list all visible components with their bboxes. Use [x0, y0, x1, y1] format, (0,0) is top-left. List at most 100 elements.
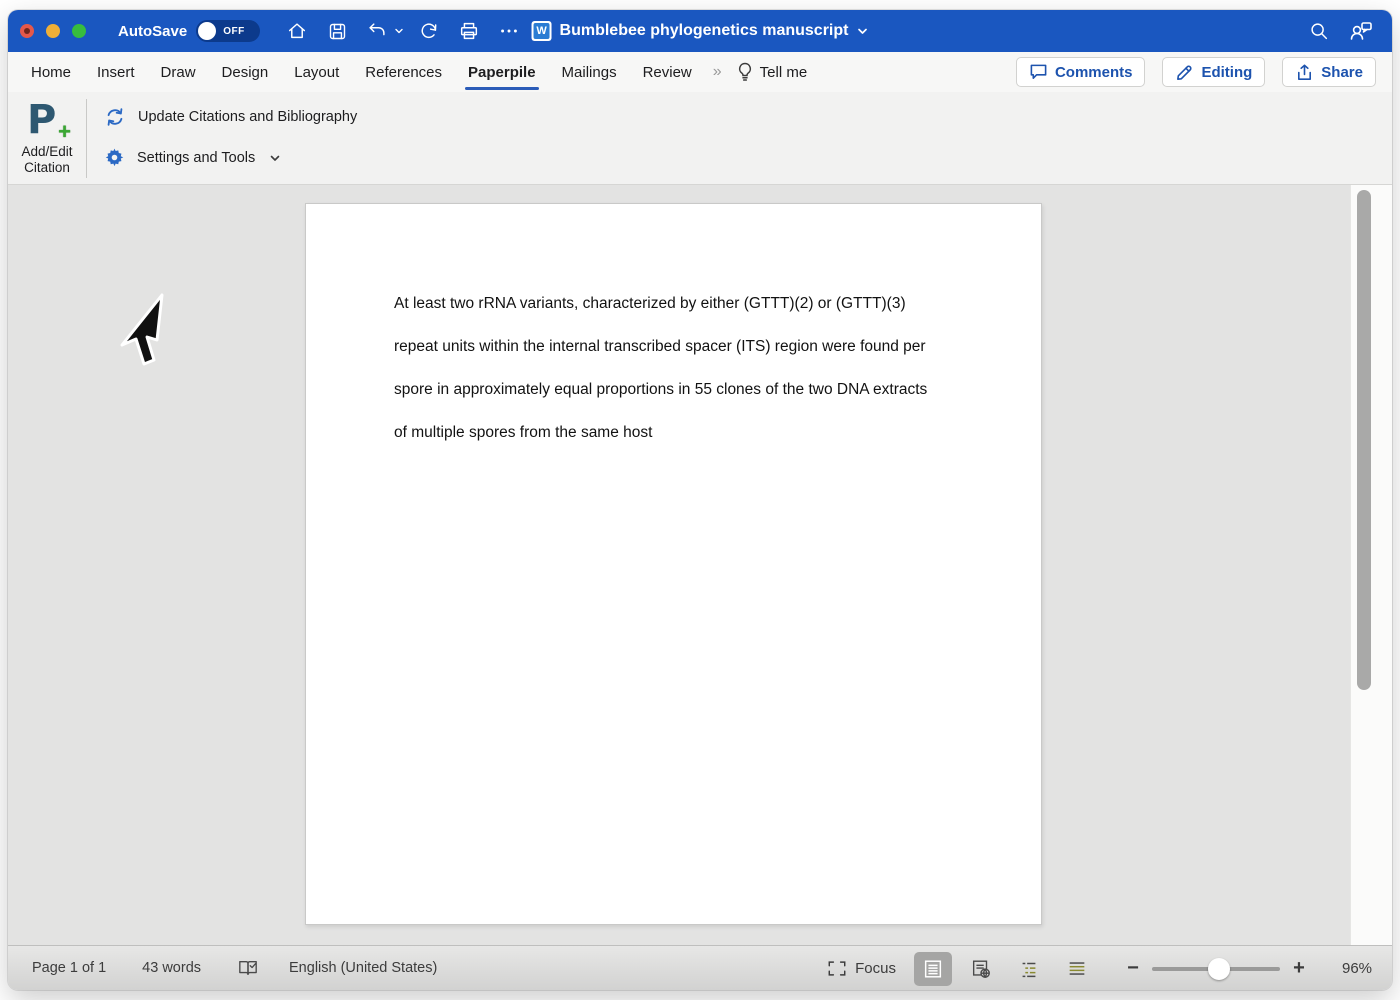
- web-layout-view-icon: [970, 958, 992, 980]
- search-icon[interactable]: [1308, 20, 1330, 42]
- print-layout-view-button[interactable]: [914, 952, 952, 986]
- document-text[interactable]: At least two rRNA variants, characterize…: [394, 282, 927, 454]
- close-button[interactable]: [20, 24, 34, 38]
- print-icon: [458, 20, 480, 42]
- lightbulb-icon: [737, 62, 753, 82]
- update-citations-label: Update Citations and Bibliography: [138, 109, 357, 125]
- update-citations-button[interactable]: Update Citations and Bibliography: [104, 106, 357, 128]
- share-icon: [1295, 63, 1314, 82]
- undo-button[interactable]: [362, 16, 392, 46]
- web-layout-view-button[interactable]: [962, 952, 1000, 986]
- spellcheck-status-button[interactable]: [237, 958, 259, 978]
- title-chevron-icon: [856, 25, 868, 37]
- text-line: repeat units within the internal transcr…: [394, 325, 927, 368]
- add-edit-citation-label: Add/Edit Citation: [21, 144, 72, 176]
- status-left: Page 1 of 1 43 words English (United Sta…: [32, 958, 437, 978]
- home-button[interactable]: [282, 16, 312, 46]
- scrollbar-thumb[interactable]: [1357, 190, 1371, 690]
- comments-label: Comments: [1055, 64, 1133, 81]
- tab-home[interactable]: Home: [18, 52, 84, 92]
- settings-and-tools-label: Settings and Tools: [137, 150, 255, 166]
- zoom-slider-handle[interactable]: [1208, 958, 1230, 980]
- tab-layout[interactable]: Layout: [281, 52, 352, 92]
- more-ellipsis-icon: [498, 20, 520, 42]
- redo-icon: [418, 20, 440, 42]
- zoom-percentage[interactable]: 96%: [1328, 960, 1386, 977]
- view-switcher: [914, 952, 1096, 986]
- page-count[interactable]: Page 1 of 1: [32, 960, 106, 976]
- comment-bubble-icon: [1029, 63, 1048, 81]
- autosave-control: AutoSave OFF: [118, 20, 260, 42]
- tab-mailings[interactable]: Mailings: [549, 52, 630, 92]
- title-bar: AutoSave OFF: [8, 10, 1392, 52]
- refresh-icon: [104, 106, 126, 128]
- text-line: At least two rRNA variants, characterize…: [394, 282, 927, 325]
- tab-draw[interactable]: Draw: [148, 52, 209, 92]
- autosave-label: AutoSave: [118, 23, 187, 40]
- tell-me-button[interactable]: Tell me: [729, 62, 816, 82]
- outline-view-icon: [1018, 958, 1040, 980]
- status-right: Focus − +: [827, 946, 1392, 990]
- minimize-button[interactable]: [46, 24, 60, 38]
- tab-references[interactable]: References: [352, 52, 455, 92]
- zoom-out-button[interactable]: −: [1120, 957, 1146, 980]
- save-icon: [327, 21, 348, 42]
- feedback-person-icon[interactable]: [1348, 19, 1374, 43]
- autosave-toggle-knob: [198, 22, 216, 40]
- spellcheck-book-icon: [237, 958, 259, 978]
- language-status[interactable]: English (United States): [289, 960, 437, 976]
- gear-icon: [104, 147, 125, 168]
- paperpile-logo-icon: P +: [27, 98, 67, 144]
- document-canvas[interactable]: At least two rRNA variants, characterize…: [8, 185, 1392, 945]
- draft-view-button[interactable]: [1058, 952, 1096, 986]
- document-title: Bumblebee phylogenetics manuscript: [560, 22, 849, 40]
- comments-button[interactable]: Comments: [1016, 57, 1146, 87]
- undo-icon: [366, 20, 388, 42]
- undo-split-button[interactable]: [362, 16, 404, 46]
- more-commands-button[interactable]: [494, 16, 524, 46]
- tab-insert[interactable]: Insert: [84, 52, 148, 92]
- zoom-slider[interactable]: [1152, 967, 1280, 971]
- zoom-control: − +: [1120, 957, 1312, 980]
- word-doc-icon: W: [532, 21, 552, 41]
- print-layout-view-icon: [922, 958, 944, 980]
- zoom-in-button[interactable]: +: [1286, 957, 1312, 980]
- save-button[interactable]: [322, 16, 352, 46]
- pencil-icon: [1175, 63, 1194, 82]
- settings-chevron-down-icon: [269, 152, 281, 164]
- focus-mode-button[interactable]: Focus: [827, 960, 896, 977]
- home-icon: [286, 20, 308, 42]
- settings-and-tools-button[interactable]: Settings and Tools: [104, 147, 281, 168]
- titlebar-right-icons: [1308, 10, 1374, 52]
- autosave-state-label: OFF: [223, 26, 245, 37]
- vertical-scrollbar[interactable]: [1350, 185, 1392, 945]
- undo-menu-chevron-icon[interactable]: [394, 26, 404, 36]
- tab-design[interactable]: Design: [209, 52, 282, 92]
- word-app-window: AutoSave OFF: [8, 10, 1392, 990]
- share-button[interactable]: Share: [1282, 57, 1376, 87]
- redo-button[interactable]: [414, 16, 444, 46]
- paperpile-ribbon: P + Add/Edit Citation Update Citations a…: [8, 92, 1392, 185]
- add-edit-citation-button[interactable]: P + Add/Edit Citation: [8, 92, 86, 185]
- mouse-cursor-icon: [116, 291, 172, 371]
- header-action-buttons: Comments Editing Share: [1016, 57, 1376, 87]
- editing-mode-button[interactable]: Editing: [1162, 57, 1265, 87]
- fullscreen-button[interactable]: [72, 24, 86, 38]
- word-count[interactable]: 43 words: [142, 960, 201, 976]
- draft-view-icon: [1066, 958, 1088, 980]
- print-button[interactable]: [454, 16, 484, 46]
- ribbon-tab-row: Home Insert Draw Design Layout Reference…: [8, 52, 1392, 92]
- editing-label: Editing: [1201, 64, 1252, 81]
- tab-overflow-chevron[interactable]: »: [705, 63, 729, 81]
- tab-review[interactable]: Review: [630, 52, 705, 92]
- tab-paperpile[interactable]: Paperpile: [455, 52, 549, 92]
- outline-view-button[interactable]: [1010, 952, 1048, 986]
- text-line: of multiple spores from the same host: [394, 411, 927, 454]
- autosave-toggle[interactable]: OFF: [196, 20, 260, 42]
- focus-brackets-icon: [827, 960, 847, 977]
- traffic-lights: [20, 24, 86, 38]
- quick-access-toolbar: [282, 16, 524, 46]
- tell-me-label: Tell me: [760, 64, 808, 81]
- document-page[interactable]: At least two rRNA variants, characterize…: [305, 203, 1042, 925]
- document-title-menu[interactable]: W Bumblebee phylogenetics manuscript: [532, 10, 869, 52]
